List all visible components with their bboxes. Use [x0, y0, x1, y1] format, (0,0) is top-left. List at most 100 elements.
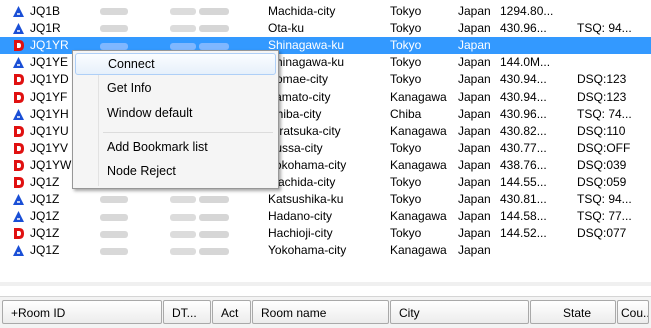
digital-node-icon [12, 227, 25, 240]
analog-node-icon [12, 5, 25, 18]
digital-node-icon [12, 91, 25, 104]
city: Tokyo [390, 72, 422, 87]
room-name: Machida-city [268, 4, 336, 18]
city: Kanagawa [390, 123, 447, 138]
country: Japan [458, 21, 491, 36]
squelch: DSQ:OFF [577, 140, 631, 155]
country: Japan [458, 175, 491, 189]
frequency: 430.94... [500, 72, 547, 87]
analog-node-icon [12, 244, 25, 257]
country: Japan [458, 4, 491, 18]
city: Tokyo [390, 38, 422, 53]
menu-item-node-reject[interactable]: Node Reject [75, 160, 276, 182]
table-row[interactable]: JQ1R Ota-ku Tokyo Japan 430.96... TSQ: 94... [0, 20, 651, 37]
digital-node-icon [12, 142, 25, 155]
country: Japan [458, 157, 491, 172]
table-row[interactable]: JQ1Z Yokohama-city Kanagawa Japan [0, 242, 651, 259]
frequency: 430.94... [500, 89, 547, 104]
city: Kanagawa [390, 157, 447, 172]
table-row[interactable]: JQ1Z Katsushika-ku Tokyo Japan 430.81... TSQ… [0, 191, 651, 208]
squelch: TSQ: 74... [577, 106, 632, 121]
country: Japan [458, 209, 491, 224]
country: Japan [458, 226, 491, 241]
country: Japan [458, 140, 491, 155]
header-cou[interactable]: Cou... [617, 300, 649, 324]
room-name: Yamato-city [268, 89, 331, 104]
digital-node-icon [12, 125, 25, 138]
city: Chiba [390, 106, 422, 121]
room-name: Machida-city [268, 175, 336, 189]
redacted-field [100, 3, 160, 20]
table-row[interactable]: JQ1Z Hadano-city Kanagawa Japan 144.58... TS… [0, 208, 651, 225]
menu-item-add-bookmark[interactable]: Add Bookmark list [75, 136, 276, 158]
country: Japan [458, 72, 491, 87]
squelch: DSQ:110 [577, 123, 626, 138]
header-city[interactable]: City [390, 300, 529, 324]
room-name: Yokohama-city [268, 243, 347, 258]
column-header: +Room ID DT... Act Room name City State … [0, 296, 651, 328]
redacted-field [170, 242, 230, 259]
room-name: Hiratsuka-city [268, 123, 341, 138]
frequency: 430.96... [500, 21, 547, 36]
header-act[interactable]: Act [212, 300, 251, 324]
room-id: JQ1B [30, 4, 61, 18]
frequency: 430.96... [500, 106, 547, 121]
menu-item-connect[interactable]: Connect [75, 53, 276, 75]
city: Kanagawa [390, 209, 447, 224]
room-id: JQ1Z [30, 192, 60, 207]
country: Japan [458, 89, 491, 104]
digital-node-icon [12, 176, 25, 189]
city: Tokyo [390, 21, 422, 36]
analog-node-icon [12, 56, 25, 69]
city: Kanagawa [390, 89, 447, 104]
squelch: DSQ:059 [577, 175, 627, 189]
header-dt[interactable]: DT... [163, 300, 211, 324]
redacted-field [170, 20, 230, 37]
redacted-field [100, 242, 160, 259]
frequency: 430.77... [500, 140, 547, 155]
room-name: Chiba-city [268, 106, 322, 121]
room-name: Katsushika-ku [268, 192, 344, 207]
header-state[interactable]: State [530, 300, 616, 324]
city: Tokyo [390, 175, 422, 189]
partial-row-strip [0, 282, 651, 286]
menu-item-window-default[interactable]: Window default [75, 102, 276, 124]
room-name: Hachioji-city [268, 226, 333, 241]
country: Japan [458, 55, 491, 70]
menu-separator [103, 132, 273, 133]
table-row[interactable]: JQ1Z Hachioji-city Tokyo Japan 144.52... DSQ… [0, 225, 651, 242]
squelch: DSQ:039 [577, 157, 627, 172]
country: Japan [458, 243, 491, 258]
header-room-name[interactable]: Room name [252, 300, 389, 324]
city: Tokyo [390, 192, 422, 207]
squelch: DSQ:123 [577, 72, 627, 87]
city: Tokyo [390, 4, 422, 18]
analog-node-icon [12, 193, 25, 206]
squelch: DSQ:077 [577, 226, 627, 241]
digital-node-icon [12, 39, 25, 52]
frequency [500, 37, 570, 54]
squelch: TSQ: 77... [577, 209, 632, 224]
room-name: Ota-ku [268, 21, 305, 36]
squelch [577, 54, 647, 71]
room-id: JQ1R [30, 21, 61, 36]
room-name: Yokohama-city [268, 157, 347, 172]
analog-node-icon [12, 210, 25, 223]
squelch [577, 3, 647, 20]
analog-node-icon [12, 22, 25, 35]
city: Kanagawa [390, 243, 447, 258]
country: Japan [458, 192, 491, 207]
table-row[interactable]: JQ1B Machida-city Tokyo Japan 1294.80... [0, 3, 651, 20]
frequency: 438.76... [500, 157, 547, 172]
frequency: 430.81... [500, 192, 547, 207]
redacted-field [100, 191, 160, 208]
context-menu: Connect Get Info Window default Add Book… [72, 50, 279, 189]
frequency: 1294.80... [500, 4, 554, 18]
frequency: 144.52... [500, 226, 547, 241]
header-room-id[interactable]: +Room ID [2, 300, 162, 324]
squelch [577, 37, 647, 54]
city: Tokyo [390, 140, 422, 155]
analog-node-icon [12, 108, 25, 121]
menu-item-get-info[interactable]: Get Info [75, 77, 276, 99]
room-name: Komae-city [268, 72, 329, 87]
